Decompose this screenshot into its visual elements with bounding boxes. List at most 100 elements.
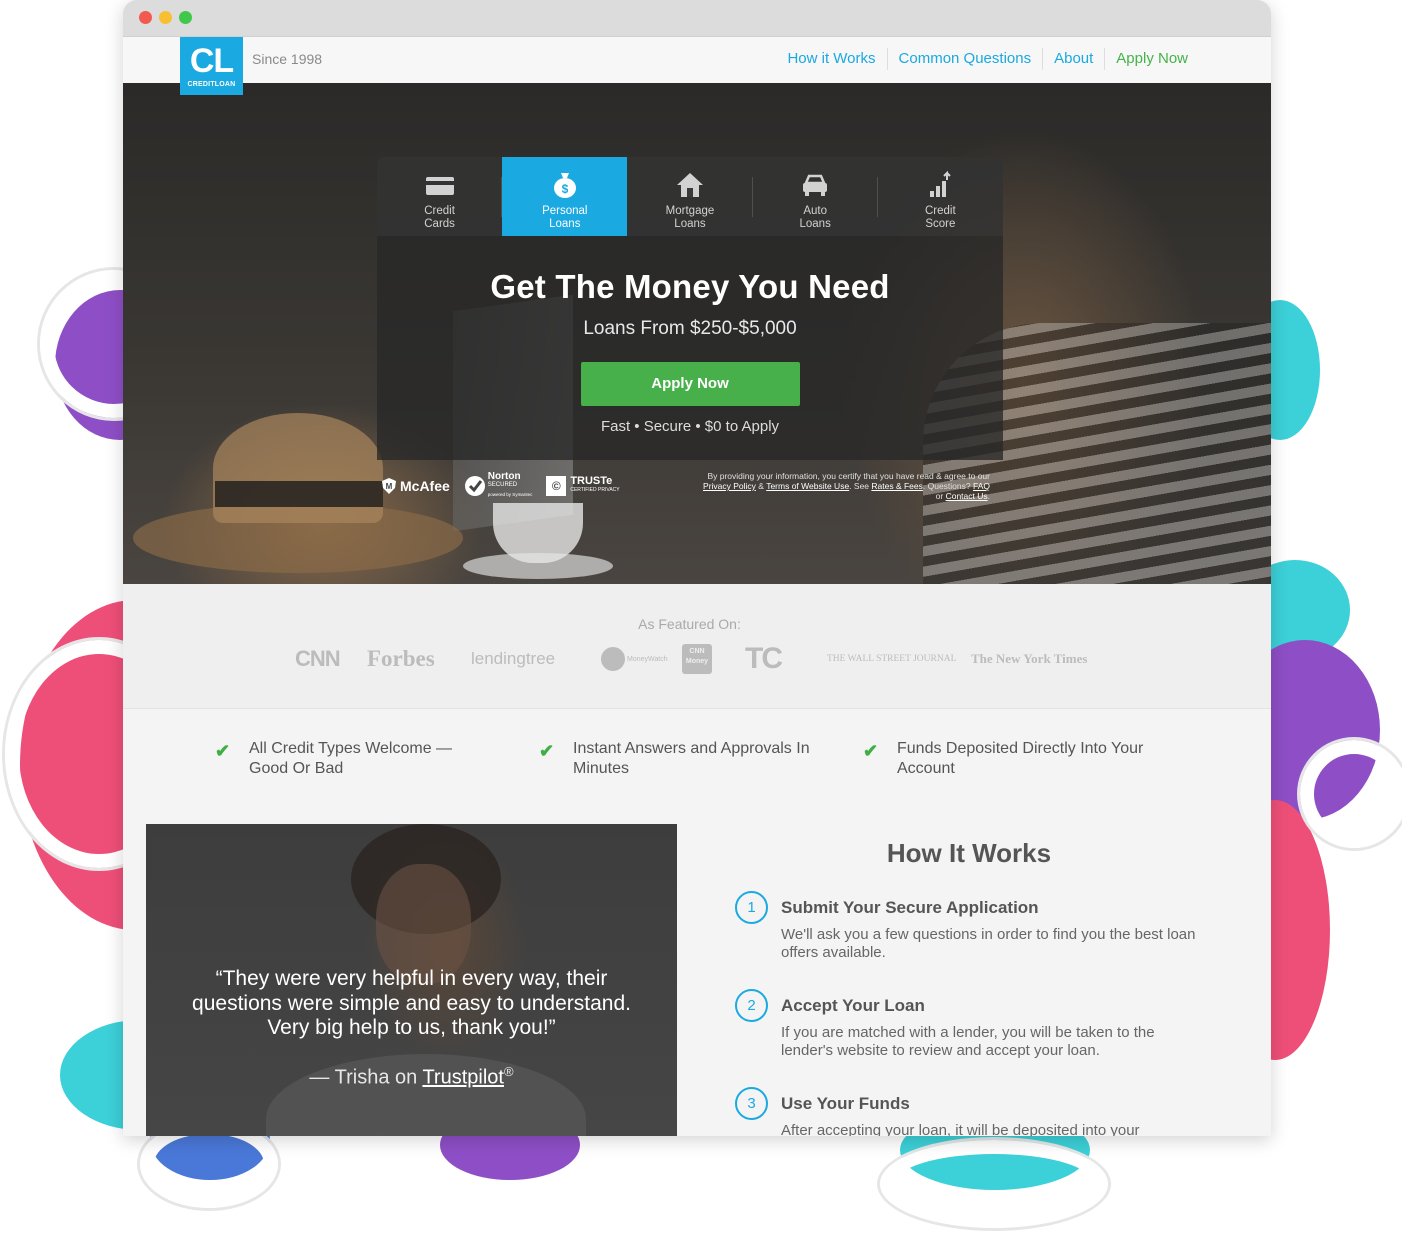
tab-label-line1: Mortgage — [665, 205, 715, 217]
moneywatch-label: MoneyWatch — [627, 655, 668, 663]
testimonial-author: — Trisha on Trustpilot® — [146, 1064, 677, 1090]
step-number: 1 — [735, 891, 768, 924]
main-nav: How it Works Common Questions About Appl… — [776, 48, 1199, 70]
truste-sub: CERTIFIED PRIVACY — [570, 486, 620, 493]
privacy-policy-link[interactable]: Privacy Policy — [703, 481, 756, 491]
truste-badge: © TRUSTe CERTIFIED PRIVACY — [546, 474, 620, 496]
how-it-works-title: How It Works — [886, 838, 1052, 868]
disclaimer-or: or — [935, 491, 946, 501]
step-number: 2 — [735, 989, 768, 1022]
hero-headline: Get The Money You Need — [490, 268, 890, 305]
mcafee-badge: M McAfee — [381, 477, 450, 495]
press-logo-forbes: Forbes — [367, 646, 435, 671]
tab-label-line2: Loans — [549, 218, 581, 230]
disclaimer-text: By providing your information, you certi… — [707, 471, 990, 481]
tab-credit-score[interactable]: Credit Score — [878, 157, 1003, 236]
tab-label-line1: Credit — [424, 205, 455, 217]
feature-item: ✔ Funds Deposited Directly Into Your Acc… — [863, 739, 1143, 779]
disclaimer-amp: & — [755, 481, 767, 491]
site-header: Since 1998 How it Works Common Questions… — [123, 37, 1271, 83]
hero-panel: Get The Money You Need Loans From $250-$… — [377, 236, 1003, 460]
nav-about[interactable]: About — [1042, 48, 1104, 70]
tab-label-line1: Auto — [803, 205, 827, 217]
press-logo-wsj: THE WALL STREET JOURNAL — [827, 654, 957, 664]
feature-item: ✔ All Credit Types Welcome — Good Or Bad — [215, 739, 455, 779]
tab-mortgage-loans[interactable]: Mortgage Loans — [627, 157, 753, 236]
rates-fees-link[interactable]: Rates & Fees — [871, 481, 923, 491]
step-text: If you are matched with a lender, you wi… — [781, 1024, 1155, 1059]
testimonial-quote-text: “They were very helpful in every way, th… — [192, 967, 631, 1039]
browser-chrome — [123, 0, 1271, 37]
author-prefix: — Trisha on — [309, 1066, 423, 1089]
feature-text: All Credit Types Welcome — Good Or Bad — [249, 740, 453, 777]
nav-common-questions[interactable]: Common Questions — [886, 48, 1043, 70]
splash-ring — [1300, 740, 1402, 848]
step-title: Accept Your Loan — [781, 996, 925, 1015]
trustpilot-link[interactable]: Trustpilot — [422, 1067, 504, 1089]
splash-ring — [880, 1140, 1108, 1228]
step-number: 3 — [735, 1087, 768, 1120]
step-text: We'll ask you a few questions in order t… — [781, 926, 1196, 961]
tab-personal-loans[interactable]: $ Personal Loans — [502, 157, 628, 236]
features-row: ✔ All Credit Types Welcome — Good Or Bad… — [123, 709, 1271, 819]
step-text: After accepting your loan, it will be de… — [781, 1122, 1140, 1136]
faq-link[interactable]: FAQ — [973, 481, 990, 491]
check-icon: ✔ — [539, 741, 555, 761]
check-icon: ✔ — [863, 741, 879, 761]
testimonial: “They were very helpful in every way, th… — [146, 824, 677, 1136]
terms-link[interactable]: Terms of Website Use — [766, 481, 849, 491]
minimize-window-button[interactable] — [159, 11, 172, 24]
cnn-money-label: CNN Money — [682, 644, 712, 674]
credit-card-icon — [425, 177, 454, 195]
hero: Credit Cards $ Personal Loans Mortgage L… — [123, 83, 1271, 584]
money-bag-icon: $ — [553, 173, 576, 198]
tab-label-line2: Loans — [674, 218, 706, 230]
truste-icon: © — [546, 475, 567, 496]
maximize-window-button[interactable] — [179, 11, 192, 24]
nav-how-it-works[interactable]: How it Works — [776, 48, 886, 70]
nav-apply-now[interactable]: Apply Now — [1104, 48, 1199, 70]
legal-disclaimer: By providing your information, you certi… — [698, 471, 990, 501]
mcafee-shield-icon: M — [382, 477, 396, 494]
disclaimer-end: . — [987, 491, 990, 501]
apply-now-button[interactable]: Apply Now — [580, 362, 800, 406]
how-it-works: How It Works 1 Submit Your Secure Applic… — [723, 824, 1271, 1136]
moneywatch-eye-icon — [601, 647, 625, 671]
norton-powered: powered by Symantec — [487, 492, 533, 497]
browser-window: Since 1998 How it Works Common Questions… — [123, 0, 1271, 1136]
tab-label-line2: Cards — [424, 218, 455, 230]
logo-mark: CL — [189, 42, 234, 80]
logo[interactable]: CL CREDITLOAN — [180, 37, 243, 95]
hero-tagline: Fast • Secure • $0 to Apply — [600, 418, 780, 435]
hero-photo-hat-band — [215, 481, 383, 507]
svg-text:$: $ — [561, 182, 568, 196]
since-text: Since 1998 — [252, 51, 323, 67]
truste-label: TRUSTe — [570, 474, 613, 487]
tab-credit-cards[interactable]: Credit Cards — [377, 157, 503, 236]
press-logo-moneywatch: MoneyWatch — [601, 644, 668, 674]
norton-secured: SECURED — [487, 482, 518, 488]
close-window-button[interactable] — [139, 11, 152, 24]
tab-label-line1: Credit — [925, 205, 956, 217]
mcafee-label: McAfee — [400, 477, 450, 494]
press-logo-cnn-money: CNN Money — [682, 644, 712, 674]
car-icon — [803, 174, 828, 196]
disclaimer-see: . See — [849, 481, 872, 491]
registered-mark: ® — [503, 1064, 514, 1079]
tab-label-line2: Score — [925, 218, 956, 230]
security-badges: M McAfee Norton SECURED powered by Syman… — [381, 472, 634, 499]
norton-badge: Norton SECURED powered by Symantec — [464, 472, 533, 499]
svg-text:M: M — [386, 482, 393, 491]
check-icon: ✔ — [215, 741, 231, 761]
house-icon — [676, 173, 703, 197]
step-title: Submit Your Secure Application — [781, 898, 1039, 917]
press-logo-nyt: The New York Times — [971, 651, 1088, 666]
press-logo-lendingtree: lendingtree — [471, 649, 556, 668]
feature-text: Funds Deposited Directly Into Your Accou… — [897, 740, 1144, 777]
featured-on: As Featured On: CNN Forbes lendingtree M… — [123, 584, 1271, 709]
contact-us-link[interactable]: Contact Us — [946, 491, 988, 501]
testimonial-quote: “They were very helpful in every way, th… — [146, 967, 677, 1041]
tab-auto-loans[interactable]: Auto Loans — [753, 157, 878, 236]
product-tabs: Credit Cards $ Personal Loans Mortgage L… — [377, 157, 1003, 236]
tab-label-line2: Loans — [799, 218, 831, 230]
